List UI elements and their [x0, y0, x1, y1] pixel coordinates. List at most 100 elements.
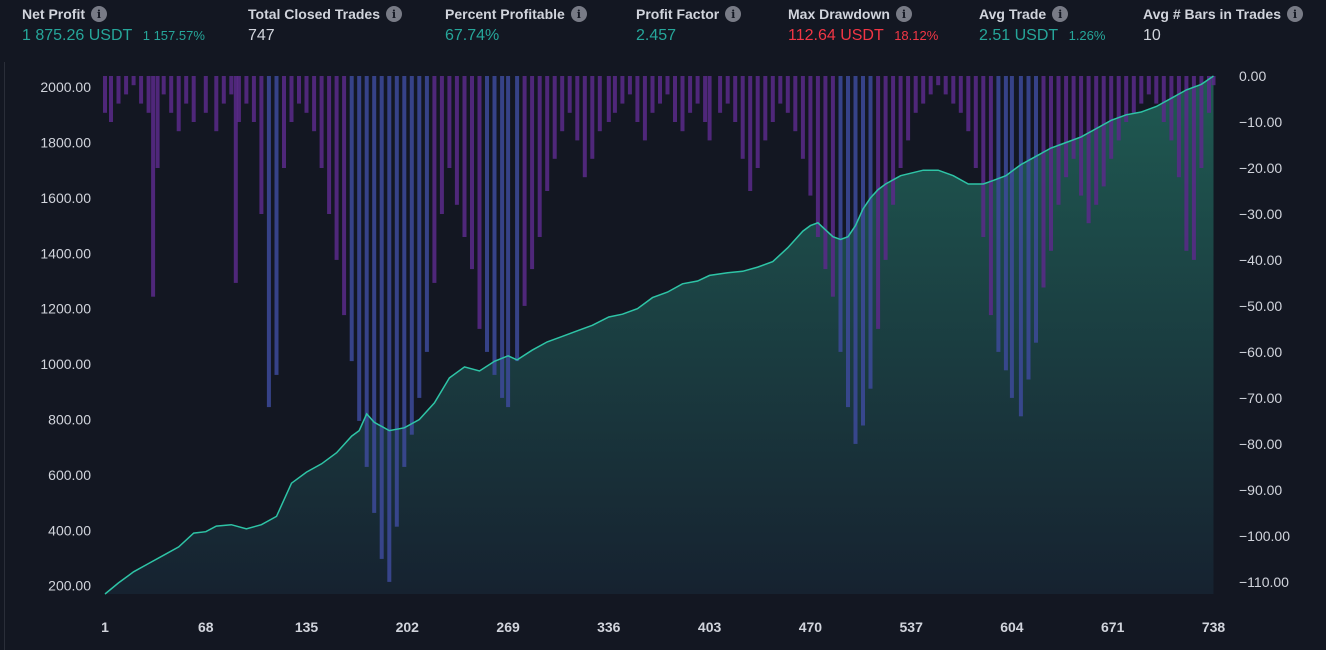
y-left-tick-label: 800.00	[48, 412, 91, 428]
stat-label: Net Profit	[22, 6, 85, 22]
stat-profit-factor: Profit Factor i 2.457	[636, 6, 742, 45]
drawdown-bar	[191, 76, 196, 122]
x-tick-label: 403	[698, 619, 722, 635]
y-right-tick-label: −40.00	[1239, 252, 1282, 268]
info-icon[interactable]: i	[1286, 6, 1303, 22]
drawdown-bar	[1176, 76, 1181, 178]
stat-max-drawdown: Max Drawdown i 112.64 USDT 18.12%	[788, 6, 938, 45]
info-icon[interactable]: i	[386, 6, 402, 22]
drawdown-bar	[973, 76, 978, 168]
drawdown-bar	[1064, 76, 1069, 178]
drawdown-bar	[958, 76, 963, 113]
equity-drawdown-chart[interactable]: 2000.001800.001600.001400.001200.001000.…	[5, 62, 1325, 650]
drawdown-bar	[364, 76, 369, 467]
drawdown-bar	[665, 76, 670, 95]
drawdown-bar	[266, 76, 271, 408]
drawdown-bar	[447, 76, 452, 168]
drawdown-bar	[703, 76, 708, 122]
equity-chart-panel[interactable]: 2000.00 1800.00 1600.00 1400.00 1200.00 1000.…	[4, 62, 1325, 650]
stat-label: Profit Factor	[636, 6, 720, 22]
info-icon[interactable]: i	[725, 6, 742, 22]
drawdown-bar	[439, 76, 444, 214]
drawdown-bar	[906, 76, 911, 141]
y-right-tick-label: −70.00	[1239, 390, 1282, 406]
drawdown-bar	[943, 76, 948, 95]
drawdown-bar	[259, 76, 264, 214]
info-icon[interactable]: i	[91, 6, 107, 22]
stat-value: 10	[1143, 27, 1161, 44]
y-left-tick-label: 2000.00	[40, 79, 91, 95]
drawdown-bar	[770, 76, 775, 122]
drawdown-bar	[1026, 76, 1031, 380]
stat-value: 112.64 USDT	[788, 27, 884, 44]
stat-value: 1 875.26 USDT	[22, 27, 133, 44]
y-left-tick-label: 1200.00	[40, 301, 91, 317]
drawdown-bar	[327, 76, 332, 214]
drawdown-bar	[951, 76, 956, 104]
drawdown-bar	[203, 76, 208, 113]
drawdown-bar	[981, 76, 986, 237]
stat-percent: 1.26%	[1068, 28, 1106, 43]
drawdown-bar	[131, 76, 136, 86]
drawdown-bar	[1101, 76, 1106, 187]
drawdown-bar	[642, 76, 647, 141]
drawdown-bar	[567, 76, 572, 113]
stat-percent: 18.12%	[894, 28, 939, 43]
drawdown-bar	[236, 76, 241, 122]
x-tick-label: 537	[900, 619, 924, 635]
drawdown-bar	[830, 76, 835, 297]
drawdown-bar	[575, 76, 580, 141]
drawdown-bar	[800, 76, 805, 159]
drawdown-bar	[251, 76, 256, 122]
drawdown-bar	[1071, 76, 1076, 159]
drawdown-bar	[725, 76, 730, 104]
drawdown-bar	[155, 76, 160, 168]
info-icon[interactable]: i	[895, 6, 912, 22]
x-tick-label: 604	[1000, 619, 1024, 635]
drawdown-bar	[462, 76, 467, 237]
x-tick-label: 135	[295, 619, 319, 635]
drawdown-bar	[966, 76, 971, 132]
stat-percent-profitable: Percent Profitable i 67.74%	[445, 6, 587, 45]
drawdown-bar	[913, 76, 918, 113]
drawdown-bar	[673, 76, 677, 122]
drawdown-bar	[1169, 76, 1174, 141]
stat-label: Total Closed Trades	[248, 6, 380, 22]
drawdown-bar	[312, 76, 317, 132]
drawdown-bar	[214, 76, 219, 132]
drawdown-bar	[921, 76, 926, 104]
drawdown-bar	[778, 76, 783, 104]
y-left-tick-label: 1400.00	[40, 245, 91, 261]
drawdown-bar	[1009, 76, 1014, 398]
drawdown-bar	[1184, 76, 1189, 251]
drawdown-bar	[635, 76, 640, 122]
y-left-tick-label: 200.00	[48, 578, 91, 594]
drawdown-bar	[785, 76, 790, 113]
drawdown-bar	[169, 76, 174, 113]
drawdown-bar	[139, 76, 144, 104]
drawdown-bar	[1139, 76, 1144, 104]
x-tick-label: 202	[396, 619, 420, 635]
drawdown-bar	[470, 76, 474, 270]
drawdown-bar	[334, 76, 339, 260]
drawdown-bar	[229, 76, 234, 95]
y-right-tick-label: −90.00	[1239, 482, 1282, 498]
drawdown-bar	[349, 76, 354, 362]
y-left-tick-label: 1600.00	[40, 190, 91, 206]
drawdown-bar	[1086, 76, 1091, 224]
y-right-tick-label: −20.00	[1239, 160, 1282, 176]
drawdown-bar	[454, 76, 459, 205]
drawdown-bar	[620, 76, 625, 104]
drawdown-bar	[755, 76, 760, 168]
info-icon[interactable]: i	[570, 6, 587, 22]
drawdown-bar	[1116, 76, 1121, 141]
info-icon[interactable]: i	[1052, 6, 1069, 22]
drawdown-bar	[1056, 76, 1061, 205]
drawdown-bar	[876, 76, 881, 329]
y-right-tick-label: −110.00	[1239, 574, 1289, 590]
stat-net-profit: Net Profit i 1 875.26 USDT 1 157.57%	[22, 6, 205, 45]
y-right-tick-label: 0.00	[1239, 68, 1266, 84]
stat-percent: 1 157.57%	[142, 28, 205, 43]
y-left-tick-label: 600.00	[48, 467, 91, 483]
drawdown-bar	[379, 76, 384, 559]
